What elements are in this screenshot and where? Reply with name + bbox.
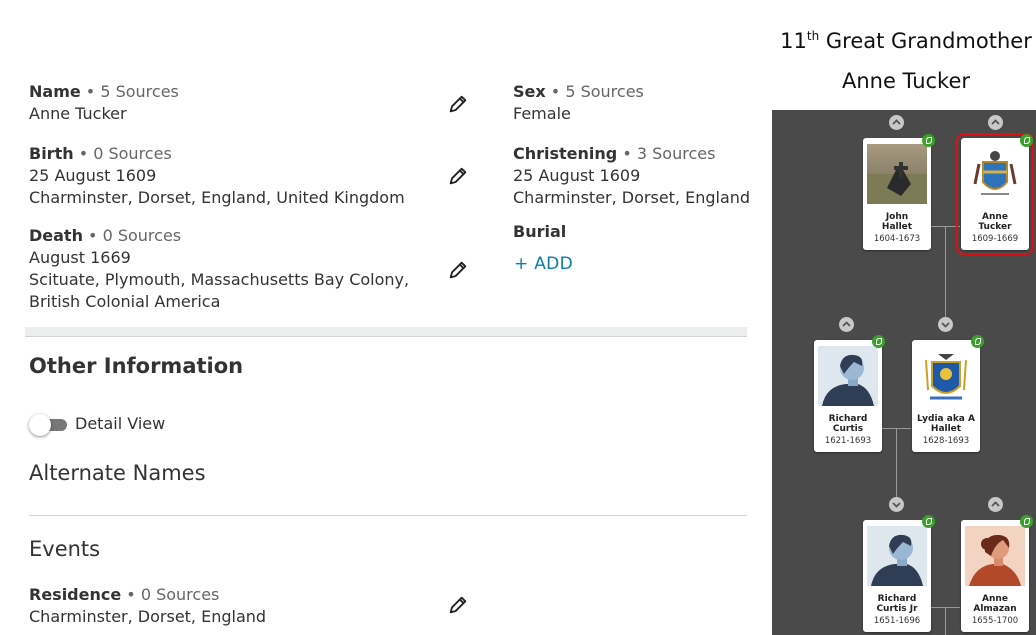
- name-fact: Name • 5 Sources Anne Tucker: [29, 82, 179, 123]
- hint-leaf-icon[interactable]: [872, 335, 885, 348]
- edit-death-pencil-icon[interactable]: [447, 259, 469, 281]
- name-label: Name: [29, 82, 81, 101]
- birth-fact: Birth • 0 Sources 25 August 1609 Charmin…: [29, 144, 405, 207]
- death-label: Death: [29, 226, 83, 245]
- tree-card-anne-almazan[interactable]: Anne Almazan 1655-1700: [961, 520, 1029, 632]
- expand-up-chevron-icon[interactable]: [988, 497, 1003, 512]
- christening-label: Christening: [513, 144, 618, 163]
- card-years: 1628-1693: [922, 436, 970, 446]
- hint-leaf-icon[interactable]: [971, 335, 984, 348]
- detail-view-toggle[interactable]: [29, 414, 67, 436]
- death-date: August 1669: [29, 248, 131, 267]
- residence-label: Residence: [29, 585, 122, 604]
- expand-up-chevron-icon[interactable]: [889, 115, 904, 130]
- burial-label: Burial: [513, 222, 567, 241]
- card-name: Anne Tucker: [978, 212, 1012, 232]
- expand-up-chevron-icon[interactable]: [988, 115, 1003, 130]
- card-name: Anne Almazan: [973, 594, 1017, 614]
- expand-up-chevron-icon[interactable]: [839, 317, 854, 332]
- birth-sources[interactable]: 0 Sources: [93, 144, 172, 163]
- relationship-ordinal-suffix: th: [806, 29, 820, 43]
- christening-date: 25 August 1609: [513, 166, 641, 185]
- death-place-line2: British Colonial America: [29, 292, 221, 311]
- sex-value: Female: [513, 104, 571, 123]
- death-place-line1: Scituate, Plymouth, Massachusetts Bay Co…: [29, 270, 410, 289]
- sex-label: Sex: [513, 82, 546, 101]
- card-name: John Hallet: [881, 212, 913, 232]
- relationship-tree[interactable]: John Hallet 1604-1673 Anne Tucker 1609-166…: [772, 110, 1036, 635]
- relationship-heading: 11th Great Grandmother: [776, 29, 1036, 53]
- christening-fact: Christening • 3 Sources 25 August 1609 C…: [513, 144, 751, 207]
- tree-card-lydia-hallet[interactable]: Lydia aka A Hallet 1628-1693: [912, 340, 980, 452]
- toggle-knob: [29, 414, 51, 436]
- name-sources[interactable]: 5 Sources: [100, 82, 179, 101]
- state-seal-icon: [916, 346, 976, 406]
- section-divider: [25, 327, 747, 337]
- relationship-relation: Great Grandmother: [825, 29, 1032, 53]
- edit-residence-pencil-icon[interactable]: [447, 594, 469, 616]
- tree-card-richard-curtis[interactable]: Richard Curtis 1621-1693: [814, 340, 882, 452]
- residence-sources[interactable]: 0 Sources: [141, 585, 220, 604]
- detail-view-label: Detail View: [75, 414, 166, 433]
- female-silhouette-icon: [965, 526, 1025, 586]
- coat-of-arms-icon: [965, 144, 1025, 204]
- christening-place: Charminster, Dorset, England: [513, 188, 751, 207]
- card-years: 1651-1696: [873, 616, 921, 626]
- name-value: Anne Tucker: [29, 104, 127, 123]
- tree-card-richard-curtis-jr[interactable]: Richard Curtis Jr 1651-1696: [863, 520, 931, 632]
- birth-place: Charminster, Dorset, England, United Kin…: [29, 188, 405, 207]
- alternate-names-title: Alternate Names: [29, 461, 206, 485]
- edit-birth-pencil-icon[interactable]: [447, 165, 469, 187]
- hint-leaf-icon[interactable]: [922, 515, 935, 528]
- other-information-title: Other Information: [29, 354, 244, 378]
- events-title: Events: [29, 537, 101, 561]
- birth-date: 25 August 1609: [29, 166, 157, 185]
- male-silhouette-icon: [867, 526, 927, 586]
- relationship-ordinal: 11: [780, 29, 807, 53]
- card-years: 1609-1669: [971, 234, 1019, 244]
- card-years: 1604-1673: [873, 234, 921, 244]
- descent-line-3: [945, 608, 946, 635]
- card-name: Lydia aka A Hallet: [917, 414, 975, 434]
- hint-leaf-icon[interactable]: [922, 134, 935, 147]
- hint-leaf-icon[interactable]: [1020, 134, 1033, 147]
- hint-leaf-icon[interactable]: [1020, 515, 1033, 528]
- death-fact: Death • 0 Sources August 1669 Scituate, …: [29, 226, 410, 311]
- tree-card-john-hallet[interactable]: John Hallet 1604-1673: [863, 138, 931, 250]
- christening-sources[interactable]: 3 Sources: [637, 144, 716, 163]
- descent-line-1: [945, 227, 946, 317]
- gravestone-photo-icon: [867, 144, 927, 204]
- edit-name-pencil-icon[interactable]: [447, 93, 469, 115]
- card-years: 1621-1693: [824, 436, 872, 446]
- sex-fact: Sex • 5 Sources Female: [513, 82, 644, 123]
- expand-down-chevron-icon[interactable]: [938, 317, 953, 332]
- birth-label: Birth: [29, 144, 74, 163]
- sex-sources[interactable]: 5 Sources: [565, 82, 644, 101]
- residence-event: Residence • 0 Sources Charminster, Dorse…: [29, 585, 267, 626]
- expand-down-chevron-icon[interactable]: [889, 497, 904, 512]
- card-name: Richard Curtis Jr: [876, 594, 918, 614]
- alternate-names-divider: [29, 515, 747, 516]
- tree-card-anne-tucker[interactable]: Anne Tucker 1609-1669: [956, 133, 1034, 255]
- descent-line-2: [896, 429, 897, 497]
- burial-add-link[interactable]: + ADD: [514, 254, 573, 274]
- card-name: Richard Curtis: [828, 414, 868, 434]
- death-sources[interactable]: 0 Sources: [103, 226, 182, 245]
- residence-place: Charminster, Dorset, England: [29, 607, 267, 626]
- burial-fact: Burial: [513, 221, 566, 243]
- relationship-person: Anne Tucker: [841, 69, 971, 93]
- card-years: 1655-1700: [971, 616, 1019, 626]
- male-silhouette-icon: [818, 346, 878, 406]
